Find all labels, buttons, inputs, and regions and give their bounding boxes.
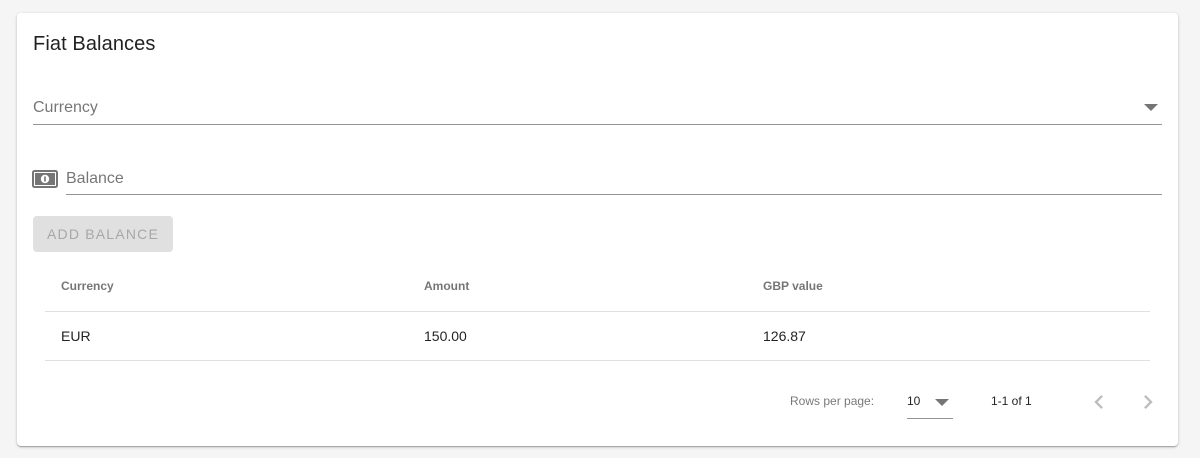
column-header-currency[interactable]: Currency [61,262,114,311]
pagination-range: 1-1 of 1 [991,394,1032,408]
chevron-right-icon[interactable] [1134,388,1162,416]
fiat-balances-card: Fiat Balances Currency ADD BALANCE Curre… [17,13,1178,446]
add-balance-button[interactable]: ADD BALANCE [33,216,173,252]
money-icon [32,170,58,188]
rows-per-page-value: 10 [907,394,921,408]
table-row[interactable]: EUR 150.00 126.87 [45,312,1150,361]
balance-field[interactable] [66,165,1162,195]
arrow-drop-down-icon [1144,104,1158,111]
balance-input[interactable] [66,165,1162,193]
chevron-left-icon[interactable] [1085,388,1113,416]
currency-select-label: Currency [33,99,98,116]
table-header-row: Currency Amount GBP value [45,262,1150,312]
rows-per-page-label: Rows per page: [790,394,875,408]
cell-currency: EUR [61,328,91,344]
card-title: Fiat Balances [33,33,156,55]
cell-gbp-value: 126.87 [763,328,806,344]
arrow-drop-down-icon [935,399,949,406]
rows-per-page-select[interactable]: 10 [907,388,953,419]
column-header-gbp-value[interactable]: GBP value [763,262,823,311]
balances-table: Currency Amount GBP value EUR 150.00 126… [45,262,1150,361]
column-header-amount[interactable]: Amount [424,262,469,311]
currency-select[interactable]: Currency [33,93,1162,125]
table-pagination: Rows per page: 10 1-1 of 1 [45,372,1153,428]
cell-amount: 150.00 [424,328,467,344]
